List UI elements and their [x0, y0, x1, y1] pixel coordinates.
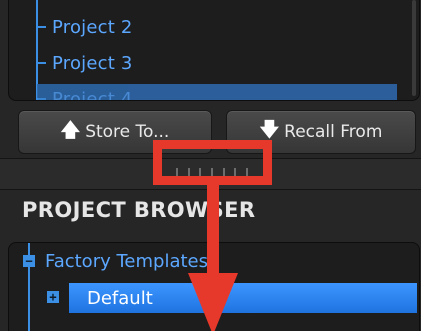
grip-line — [222, 168, 225, 178]
grip-line — [187, 168, 190, 178]
project-item-label: Project 2 — [52, 16, 133, 38]
recall-from-button[interactable]: 🡇 Recall From — [226, 110, 416, 154]
tree-branch-icon — [37, 26, 46, 28]
tree-branch-icon — [37, 62, 46, 64]
down-arrow-icon: 🡇 — [259, 119, 280, 141]
grip-line — [234, 168, 237, 178]
project-list-item[interactable]: Project 4 — [37, 84, 397, 101]
store-to-button[interactable]: 🡅 Store To... — [18, 110, 212, 154]
project-list-item[interactable]: Project 3 — [37, 48, 133, 78]
drag-handle-icon[interactable] — [176, 168, 248, 178]
section-title: PROJECT BROWSER — [22, 198, 256, 222]
expand-icon[interactable]: + — [47, 291, 59, 303]
folder-factory-templates[interactable]: Factory Templates — [45, 251, 208, 272]
project-list-panel: Project 2 Project 3 Project 4 — [8, 0, 420, 101]
tree-branch-icon — [37, 98, 46, 100]
store-to-label: Store To... — [85, 122, 170, 142]
tree-item-default[interactable]: Default — [69, 283, 417, 313]
recall-from-label: Recall From — [284, 122, 383, 142]
up-arrow-icon: 🡅 — [60, 119, 81, 141]
project-list-item[interactable]: Project 2 — [37, 12, 133, 42]
grip-line — [245, 168, 248, 178]
grip-line — [199, 168, 202, 178]
project-item-label: Project 4 — [52, 88, 133, 101]
project-item-label: Project 3 — [52, 52, 133, 74]
grip-line — [210, 168, 213, 178]
collapse-icon[interactable]: − — [23, 255, 35, 267]
annotation-arrow-shaft — [207, 180, 219, 275]
preset-browser-window: Project 2 Project 3 Project 4 🡅 Store To… — [0, 0, 421, 331]
grip-line — [176, 168, 178, 178]
annotation-arrow-head-icon — [188, 273, 238, 331]
default-label: Default — [87, 287, 153, 309]
project-list-scrollbar[interactable] — [412, 0, 416, 96]
